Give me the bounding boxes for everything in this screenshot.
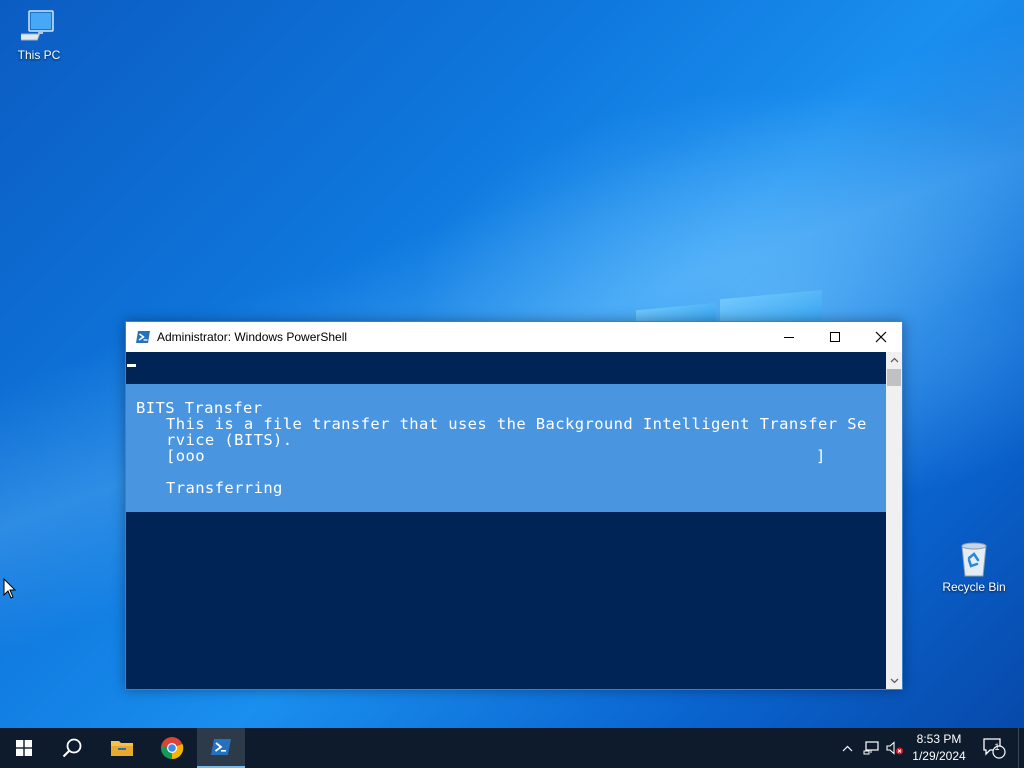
powershell-taskbar-button[interactable] [197,728,245,768]
mouse-cursor-icon [3,578,17,599]
progress-status: Transferring [166,479,283,497]
clock-date: 1/29/2024 [912,749,966,763]
folder-icon [111,741,133,756]
text-cursor [127,364,136,367]
desktop-icon-label: Recycle Bin [942,580,1006,594]
scroll-up-button[interactable] [886,352,902,368]
window-title: Administrator: Windows PowerShell [157,330,348,344]
network-button[interactable] [860,728,882,768]
clock-time: 8:53 PM [916,732,962,746]
close-button[interactable] [858,322,904,352]
scroll-down-button[interactable] [886,673,902,689]
recycle-bin-icon [961,542,987,577]
minimize-button[interactable] [766,322,812,352]
console-output[interactable]: BITS Transfer This is a file transfer th… [126,352,886,689]
network-icon [863,741,879,755]
progress-bar-text: [ooo [166,447,205,465]
chrome-icon [161,737,184,760]
start-button[interactable] [0,728,48,768]
show-desktop-button[interactable] [1018,728,1024,768]
progress-panel: BITS Transfer This is a file transfer th… [126,384,886,512]
vertical-scrollbar[interactable] [886,352,902,689]
desktop-icon-this-pc[interactable]: This PC [4,8,74,62]
chevron-down-icon [890,678,898,684]
close-icon [875,331,887,343]
maximize-button[interactable] [812,322,858,352]
desktop-icon-label: This PC [17,48,61,62]
window-titlebar[interactable]: Administrator: Windows PowerShell [126,322,902,352]
search-icon [62,738,82,758]
taskbar: 8:53 PM 1/29/2024 1 [0,728,1024,768]
minimize-icon [784,337,794,338]
chevron-up-icon [842,745,852,751]
desktop-icon-recycle-bin[interactable]: Recycle Bin [939,542,1009,594]
maximize-icon [830,332,840,342]
scroll-thumb[interactable] [887,369,901,386]
volume-button[interactable] [884,728,906,768]
computer-icon [21,10,54,41]
action-center-button[interactable]: 1 [980,728,1008,768]
volume-muted-icon [886,741,903,755]
powershell-icon [136,331,150,343]
show-hidden-icons-button[interactable] [838,728,856,768]
chrome-button[interactable] [148,728,196,768]
search-button[interactable] [48,728,96,768]
notification-count: 1 [994,742,1000,752]
powershell-window[interactable]: Administrator: Windows PowerShell BITS T… [125,321,903,690]
windows-start-icon [16,740,32,756]
progress-bar-end: ] [816,447,826,465]
chevron-up-icon [890,357,898,363]
taskbar-clock[interactable]: 8:53 PM 1/29/2024 [906,731,972,765]
powershell-icon [211,739,231,755]
file-explorer-button[interactable] [98,728,146,768]
